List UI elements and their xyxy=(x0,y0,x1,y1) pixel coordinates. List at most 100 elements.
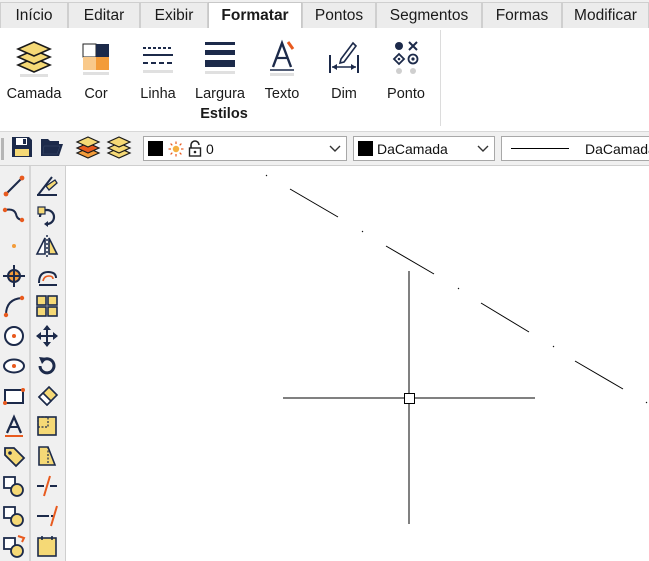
largura-button[interactable]: Largura xyxy=(189,34,251,104)
polyline-tool-button[interactable] xyxy=(0,204,28,232)
drawing-viewport xyxy=(265,174,648,524)
line-icon xyxy=(2,174,26,203)
tab-exibir[interactable]: Exibir xyxy=(140,2,208,28)
block-insert-icon xyxy=(2,504,26,533)
rotate-icon xyxy=(35,354,59,383)
open-button[interactable] xyxy=(38,135,66,163)
unlock-icon xyxy=(188,140,202,157)
tab-label: Exibir xyxy=(154,6,194,24)
ribbon-group-label: Estilos xyxy=(200,106,248,122)
properties-toolbar: 0 DaCamada DaCamada xyxy=(0,132,649,166)
rotate-copy-tool-button[interactable] xyxy=(33,204,61,232)
tab-formas[interactable]: Formas xyxy=(482,2,562,28)
texto-label: Texto xyxy=(264,86,300,102)
color-swatch xyxy=(358,141,373,156)
ponto-label: Ponto xyxy=(387,86,425,102)
linetype-select[interactable]: DaCamada xyxy=(501,136,649,161)
polyline-icon xyxy=(2,204,26,233)
layer-select[interactable]: 0 xyxy=(143,136,347,161)
point-style-icon xyxy=(384,34,428,80)
block-edit-tool-button[interactable] xyxy=(0,534,28,561)
layer-states-button[interactable] xyxy=(105,135,133,163)
tab-modificar[interactable]: Modificar xyxy=(562,2,649,28)
chevron-down-icon xyxy=(477,141,489,158)
tag-tool-button[interactable] xyxy=(0,444,28,472)
offset-tool-button[interactable] xyxy=(33,264,61,292)
palette-column-separator xyxy=(29,166,31,561)
break-icon xyxy=(35,474,59,503)
tab-label: Modificar xyxy=(574,6,637,24)
mirror-tool-button[interactable] xyxy=(33,234,61,262)
point-icon xyxy=(2,234,26,263)
dimension-icon xyxy=(322,34,366,80)
linha-label: Linha xyxy=(140,86,176,102)
crosshair-cursor xyxy=(283,271,535,524)
ponto-button[interactable]: Ponto xyxy=(375,34,437,104)
move-tool-button[interactable] xyxy=(33,324,61,352)
tab-segmentos[interactable]: Segmentos xyxy=(376,2,482,28)
scale-tool-button[interactable] xyxy=(33,414,61,442)
save-button[interactable] xyxy=(8,135,36,163)
ribbon-formatar: Camada Cor Linha Largura Texto Dim Ponto… xyxy=(0,28,649,132)
tab-pontos[interactable]: Pontos xyxy=(302,2,376,28)
camada-label: Camada xyxy=(6,86,62,102)
ribbon-group-separator xyxy=(440,30,441,126)
array-tool-button[interactable] xyxy=(33,294,61,322)
erase-tool-button[interactable] xyxy=(33,384,61,412)
array-icon xyxy=(35,294,59,323)
dim-label: Dim xyxy=(331,86,357,102)
tab-formatar[interactable]: Formatar xyxy=(208,2,302,29)
texto-button[interactable]: Texto xyxy=(251,34,313,104)
toolbar-grip xyxy=(0,135,6,163)
largura-label: Largura xyxy=(195,86,245,102)
rotate-tool-button[interactable] xyxy=(33,354,61,382)
linetype-icon xyxy=(136,34,180,80)
color-select[interactable]: DaCamada xyxy=(353,136,495,161)
circle-tool-button[interactable] xyxy=(0,324,28,352)
tab-label: Editar xyxy=(83,6,125,24)
block-insert-tool-button[interactable] xyxy=(0,504,28,532)
layer-manager-button[interactable] xyxy=(74,135,102,163)
extend-tool-button[interactable] xyxy=(33,504,61,532)
camada-button[interactable]: Camada xyxy=(3,34,65,104)
block-edit-icon xyxy=(2,534,26,561)
layer-color-swatch xyxy=(148,141,163,156)
trim-icon xyxy=(35,174,59,203)
drawing-canvas[interactable] xyxy=(66,166,649,561)
linha-button[interactable]: Linha xyxy=(127,34,189,104)
stretch-tool-button[interactable] xyxy=(33,444,61,472)
rectangle-tool-button[interactable] xyxy=(0,384,28,412)
tab-label: Segmentos xyxy=(389,6,469,24)
circle-icon xyxy=(2,324,26,353)
stretch-icon xyxy=(35,444,59,473)
color-select-value: DaCamada xyxy=(377,140,448,157)
center-tool-button[interactable] xyxy=(0,264,28,292)
tab-label: Formatar xyxy=(221,7,289,24)
color-swatch-icon xyxy=(74,34,118,80)
text-tool-button[interactable] xyxy=(0,413,28,443)
point-tool-button[interactable] xyxy=(0,234,28,262)
tool-palette xyxy=(0,166,66,561)
arc-tool-button[interactable] xyxy=(0,294,28,322)
tag-icon xyxy=(2,444,26,473)
tab-inicio[interactable]: Início xyxy=(0,2,68,28)
tab-label: Pontos xyxy=(314,6,364,24)
tab-editar[interactable]: Editar xyxy=(68,2,140,28)
ellipse-tool-button[interactable] xyxy=(0,354,28,382)
cor-button[interactable]: Cor xyxy=(65,34,127,104)
page-tool-button[interactable] xyxy=(33,534,61,561)
text-icon xyxy=(2,413,26,443)
folder-icon xyxy=(39,135,65,164)
break-tool-button[interactable] xyxy=(33,474,61,502)
cor-label: Cor xyxy=(84,86,108,102)
arc-icon xyxy=(2,294,26,323)
layers-icon xyxy=(106,134,132,165)
tab-label: Início xyxy=(15,6,53,24)
extend-icon xyxy=(35,504,59,533)
rectangle-icon xyxy=(2,384,26,413)
trim-tool-button[interactable] xyxy=(33,174,61,202)
line-tool-button[interactable] xyxy=(0,174,28,202)
dim-button[interactable]: Dim xyxy=(313,34,375,104)
chevron-down-icon xyxy=(329,141,341,158)
block-tool-button[interactable] xyxy=(0,474,28,502)
